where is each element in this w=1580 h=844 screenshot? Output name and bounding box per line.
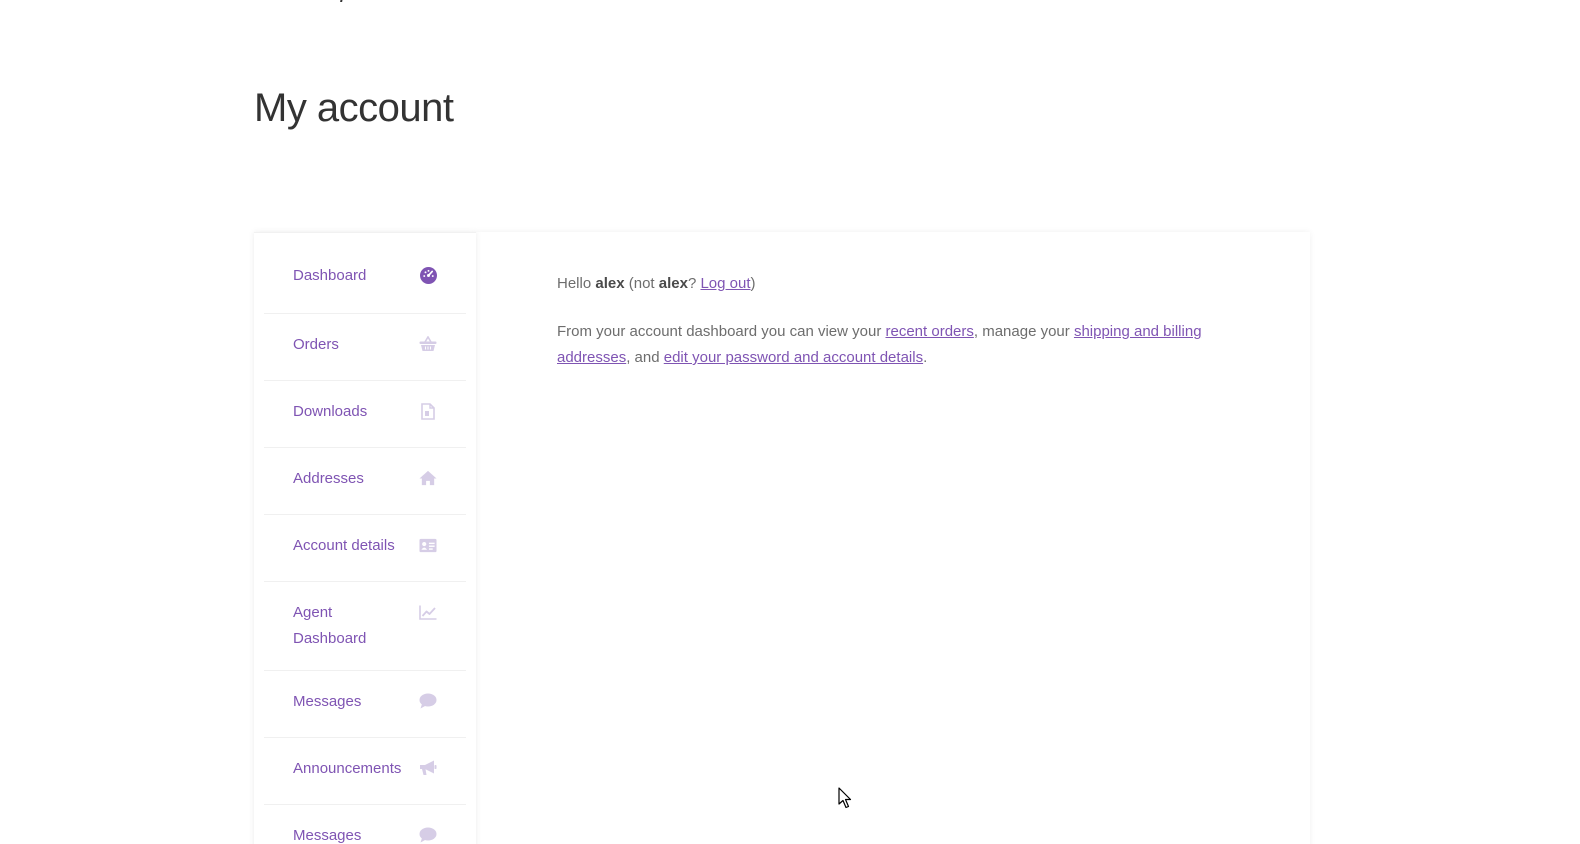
intro-text: From your account dashboard you can view… bbox=[557, 323, 886, 340]
file-icon bbox=[419, 402, 437, 420]
nav-item-label: Dashboard bbox=[293, 267, 367, 284]
dashboard-icon bbox=[419, 266, 437, 284]
nav-item-addresses[interactable]: Addresses bbox=[264, 448, 466, 515]
nav-item-announcements[interactable]: Announcements bbox=[264, 738, 466, 805]
page: My account Dashboard Orders Downloads Ad… bbox=[0, 0, 1580, 844]
nav-item-label: Messages bbox=[293, 693, 362, 710]
intro-text: . bbox=[923, 349, 928, 366]
nav-item-label: Addresses bbox=[293, 470, 364, 487]
intro-text: , manage your bbox=[973, 323, 1074, 340]
chat-icon bbox=[419, 692, 437, 710]
nav-item-label: Account details bbox=[293, 537, 395, 554]
basket-icon bbox=[419, 335, 437, 353]
account-nav-list: Dashboard Orders Downloads Addresses Acc… bbox=[254, 233, 476, 844]
greeting-question: ? bbox=[687, 275, 701, 292]
megaphone-icon bbox=[419, 759, 437, 777]
greeting-text: Hello alex (not alex? Log out) bbox=[557, 271, 1217, 297]
greeting-close: ) bbox=[750, 275, 756, 292]
nav-item-label: Agent Dashboard bbox=[293, 604, 367, 647]
nav-item-messages[interactable]: Messages bbox=[264, 671, 466, 738]
id-card-icon bbox=[419, 536, 437, 554]
not-username: alex bbox=[658, 275, 688, 292]
recent-orders-link[interactable]: recent orders bbox=[886, 323, 974, 340]
mouse-cursor-icon bbox=[838, 787, 852, 809]
nav-item-downloads[interactable]: Downloads bbox=[264, 381, 466, 448]
account-navigation: Dashboard Orders Downloads Addresses Acc… bbox=[254, 232, 476, 844]
page-title: My account bbox=[254, 86, 454, 130]
nav-item-orders[interactable]: Orders bbox=[264, 314, 466, 381]
account-details-link[interactable]: edit your password and account details bbox=[664, 349, 923, 366]
nav-item-agent-dashboard[interactable]: Agent Dashboard bbox=[264, 582, 466, 671]
dashboard-intro: From your account dashboard you can view… bbox=[557, 319, 1217, 371]
logout-link[interactable]: Log out bbox=[700, 275, 750, 292]
nav-item-label: Downloads bbox=[293, 403, 368, 420]
greeting-not: (not bbox=[624, 275, 659, 292]
intro-text: , and bbox=[626, 349, 664, 366]
nav-item-label: Announcements bbox=[293, 760, 402, 777]
nav-item-label: Orders bbox=[293, 336, 339, 353]
nav-item-account-details[interactable]: Account details bbox=[264, 515, 466, 582]
nav-item-messages-2[interactable]: Messages bbox=[264, 805, 466, 844]
chart-line-icon bbox=[419, 603, 437, 621]
username: alex bbox=[595, 275, 625, 292]
chat-icon bbox=[419, 826, 437, 844]
nav-item-dashboard[interactable]: Dashboard bbox=[264, 233, 466, 314]
header-fragment bbox=[334, 0, 344, 2]
account-content: Hello alex (not alex? Log out) From your… bbox=[557, 271, 1217, 393]
nav-item-label: Messages bbox=[293, 827, 362, 844]
home-icon bbox=[419, 469, 437, 487]
greeting-hello: Hello bbox=[557, 275, 596, 292]
